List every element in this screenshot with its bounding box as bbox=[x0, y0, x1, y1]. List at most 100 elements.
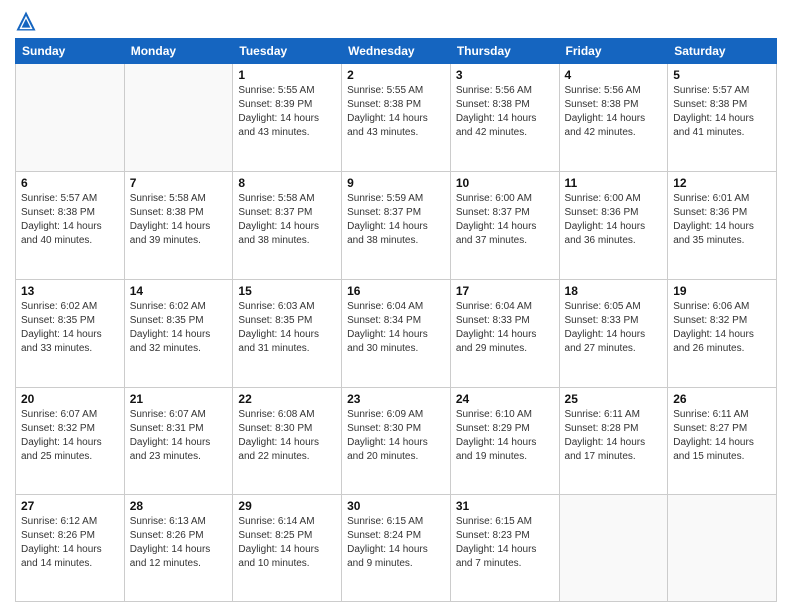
calendar-week-row: 20 Sunrise: 6:07 AM Sunset: 8:32 PM Dayli… bbox=[16, 387, 777, 495]
calendar-cell: 29 Sunrise: 6:14 AM Sunset: 8:25 PM Dayli… bbox=[233, 495, 342, 602]
calendar-cell: 19 Sunrise: 6:06 AM Sunset: 8:32 PM Dayli… bbox=[668, 279, 777, 387]
day-info: Sunrise: 6:00 AM Sunset: 8:36 PM Dayligh… bbox=[565, 192, 663, 248]
day-info: Sunrise: 6:07 AM Sunset: 8:31 PM Dayligh… bbox=[130, 408, 228, 464]
day-number: 1 bbox=[238, 68, 336, 82]
day-number: 25 bbox=[565, 392, 663, 406]
calendar-cell: 26 Sunrise: 6:11 AM Sunset: 8:27 PM Dayli… bbox=[668, 387, 777, 495]
day-info: Sunrise: 6:13 AM Sunset: 8:26 PM Dayligh… bbox=[130, 515, 228, 571]
calendar-cell: 14 Sunrise: 6:02 AM Sunset: 8:35 PM Dayli… bbox=[124, 279, 233, 387]
calendar-weekday-saturday: Saturday bbox=[668, 39, 777, 64]
calendar-cell: 11 Sunrise: 6:00 AM Sunset: 8:36 PM Dayli… bbox=[559, 171, 668, 279]
day-info: Sunrise: 5:56 AM Sunset: 8:38 PM Dayligh… bbox=[456, 84, 554, 140]
calendar-cell: 13 Sunrise: 6:02 AM Sunset: 8:35 PM Dayli… bbox=[16, 279, 125, 387]
day-info: Sunrise: 6:00 AM Sunset: 8:37 PM Dayligh… bbox=[456, 192, 554, 248]
day-info: Sunrise: 6:02 AM Sunset: 8:35 PM Dayligh… bbox=[130, 300, 228, 356]
calendar-cell: 30 Sunrise: 6:15 AM Sunset: 8:24 PM Dayli… bbox=[342, 495, 451, 602]
calendar-cell: 1 Sunrise: 5:55 AM Sunset: 8:39 PM Daylig… bbox=[233, 64, 342, 172]
day-number: 17 bbox=[456, 284, 554, 298]
day-number: 20 bbox=[21, 392, 119, 406]
day-number: 29 bbox=[238, 499, 336, 513]
day-number: 19 bbox=[673, 284, 771, 298]
day-info: Sunrise: 6:12 AM Sunset: 8:26 PM Dayligh… bbox=[21, 515, 119, 571]
day-info: Sunrise: 6:14 AM Sunset: 8:25 PM Dayligh… bbox=[238, 515, 336, 571]
calendar-cell: 2 Sunrise: 5:55 AM Sunset: 8:38 PM Daylig… bbox=[342, 64, 451, 172]
day-number: 11 bbox=[565, 176, 663, 190]
day-info: Sunrise: 6:06 AM Sunset: 8:32 PM Dayligh… bbox=[673, 300, 771, 356]
calendar-cell: 7Sunrise: 5:58 AM Sunset: 8:38 PM Daylig… bbox=[124, 171, 233, 279]
logo-icon bbox=[15, 10, 37, 32]
day-number: 3 bbox=[456, 68, 554, 82]
day-number: 5 bbox=[673, 68, 771, 82]
calendar-cell: 27 Sunrise: 6:12 AM Sunset: 8:26 PM Dayli… bbox=[16, 495, 125, 602]
calendar-cell: 31Sunrise: 6:15 AM Sunset: 8:23 PM Dayli… bbox=[450, 495, 559, 602]
day-number: 26 bbox=[673, 392, 771, 406]
day-number: 13 bbox=[21, 284, 119, 298]
day-number: 31 bbox=[456, 499, 554, 513]
day-number: 22 bbox=[238, 392, 336, 406]
calendar-cell bbox=[668, 495, 777, 602]
calendar-weekday-thursday: Thursday bbox=[450, 39, 559, 64]
day-number: 8 bbox=[238, 176, 336, 190]
day-number: 12 bbox=[673, 176, 771, 190]
day-info: Sunrise: 6:01 AM Sunset: 8:36 PM Dayligh… bbox=[673, 192, 771, 248]
calendar-cell: 18 Sunrise: 6:05 AM Sunset: 8:33 PM Dayli… bbox=[559, 279, 668, 387]
calendar-cell: 21 Sunrise: 6:07 AM Sunset: 8:31 PM Dayli… bbox=[124, 387, 233, 495]
day-number: 24 bbox=[456, 392, 554, 406]
day-info: Sunrise: 6:04 AM Sunset: 8:33 PM Dayligh… bbox=[456, 300, 554, 356]
calendar-cell: 28 Sunrise: 6:13 AM Sunset: 8:26 PM Dayli… bbox=[124, 495, 233, 602]
calendar-cell: 24Sunrise: 6:10 AM Sunset: 8:29 PM Dayli… bbox=[450, 387, 559, 495]
day-info: Sunrise: 5:58 AM Sunset: 8:37 PM Dayligh… bbox=[238, 192, 336, 248]
day-number: 7 bbox=[130, 176, 228, 190]
day-info: Sunrise: 5:56 AM Sunset: 8:38 PM Dayligh… bbox=[565, 84, 663, 140]
day-number: 27 bbox=[21, 499, 119, 513]
calendar-cell: 17 Sunrise: 6:04 AM Sunset: 8:33 PM Dayli… bbox=[450, 279, 559, 387]
day-number: 28 bbox=[130, 499, 228, 513]
day-info: Sunrise: 6:09 AM Sunset: 8:30 PM Dayligh… bbox=[347, 408, 445, 464]
calendar-weekday-friday: Friday bbox=[559, 39, 668, 64]
calendar-cell: 5 Sunrise: 5:57 AM Sunset: 8:38 PM Daylig… bbox=[668, 64, 777, 172]
day-info: Sunrise: 6:07 AM Sunset: 8:32 PM Dayligh… bbox=[21, 408, 119, 464]
calendar-week-row: 1 Sunrise: 5:55 AM Sunset: 8:39 PM Daylig… bbox=[16, 64, 777, 172]
day-info: Sunrise: 6:05 AM Sunset: 8:33 PM Dayligh… bbox=[565, 300, 663, 356]
calendar-cell: 12 Sunrise: 6:01 AM Sunset: 8:36 PM Dayli… bbox=[668, 171, 777, 279]
calendar-cell: 20 Sunrise: 6:07 AM Sunset: 8:32 PM Dayli… bbox=[16, 387, 125, 495]
day-number: 18 bbox=[565, 284, 663, 298]
calendar-cell: 22 Sunrise: 6:08 AM Sunset: 8:30 PM Dayli… bbox=[233, 387, 342, 495]
calendar-header-row: SundayMondayTuesdayWednesdayThursdayFrid… bbox=[16, 39, 777, 64]
calendar-cell bbox=[124, 64, 233, 172]
day-number: 15 bbox=[238, 284, 336, 298]
calendar-week-row: 13 Sunrise: 6:02 AM Sunset: 8:35 PM Dayli… bbox=[16, 279, 777, 387]
calendar-cell: 3 Sunrise: 5:56 AM Sunset: 8:38 PM Daylig… bbox=[450, 64, 559, 172]
calendar-cell: 16Sunrise: 6:04 AM Sunset: 8:34 PM Dayli… bbox=[342, 279, 451, 387]
calendar-weekday-sunday: Sunday bbox=[16, 39, 125, 64]
calendar-cell: 15 Sunrise: 6:03 AM Sunset: 8:35 PM Dayli… bbox=[233, 279, 342, 387]
day-info: Sunrise: 5:55 AM Sunset: 8:39 PM Dayligh… bbox=[238, 84, 336, 140]
day-info: Sunrise: 5:57 AM Sunset: 8:38 PM Dayligh… bbox=[21, 192, 119, 248]
day-number: 14 bbox=[130, 284, 228, 298]
day-info: Sunrise: 6:15 AM Sunset: 8:24 PM Dayligh… bbox=[347, 515, 445, 571]
day-number: 30 bbox=[347, 499, 445, 513]
day-info: Sunrise: 6:08 AM Sunset: 8:30 PM Dayligh… bbox=[238, 408, 336, 464]
calendar-cell: 6Sunrise: 5:57 AM Sunset: 8:38 PM Daylig… bbox=[16, 171, 125, 279]
logo bbox=[15, 10, 42, 32]
calendar-cell: 4Sunrise: 5:56 AM Sunset: 8:38 PM Daylig… bbox=[559, 64, 668, 172]
calendar-cell: 9 Sunrise: 5:59 AM Sunset: 8:37 PM Daylig… bbox=[342, 171, 451, 279]
day-info: Sunrise: 6:03 AM Sunset: 8:35 PM Dayligh… bbox=[238, 300, 336, 356]
calendar-cell: 8 Sunrise: 5:58 AM Sunset: 8:37 PM Daylig… bbox=[233, 171, 342, 279]
calendar-weekday-tuesday: Tuesday bbox=[233, 39, 342, 64]
day-info: Sunrise: 5:57 AM Sunset: 8:38 PM Dayligh… bbox=[673, 84, 771, 140]
calendar-cell bbox=[559, 495, 668, 602]
day-number: 23 bbox=[347, 392, 445, 406]
calendar-cell: 25Sunrise: 6:11 AM Sunset: 8:28 PM Dayli… bbox=[559, 387, 668, 495]
day-info: Sunrise: 5:59 AM Sunset: 8:37 PM Dayligh… bbox=[347, 192, 445, 248]
day-info: Sunrise: 6:02 AM Sunset: 8:35 PM Dayligh… bbox=[21, 300, 119, 356]
day-number: 9 bbox=[347, 176, 445, 190]
page: SundayMondayTuesdayWednesdayThursdayFrid… bbox=[0, 0, 792, 612]
calendar-weekday-wednesday: Wednesday bbox=[342, 39, 451, 64]
calendar-week-row: 27 Sunrise: 6:12 AM Sunset: 8:26 PM Dayli… bbox=[16, 495, 777, 602]
day-info: Sunrise: 5:55 AM Sunset: 8:38 PM Dayligh… bbox=[347, 84, 445, 140]
day-number: 21 bbox=[130, 392, 228, 406]
calendar-cell bbox=[16, 64, 125, 172]
day-info: Sunrise: 6:11 AM Sunset: 8:27 PM Dayligh… bbox=[673, 408, 771, 464]
day-number: 2 bbox=[347, 68, 445, 82]
